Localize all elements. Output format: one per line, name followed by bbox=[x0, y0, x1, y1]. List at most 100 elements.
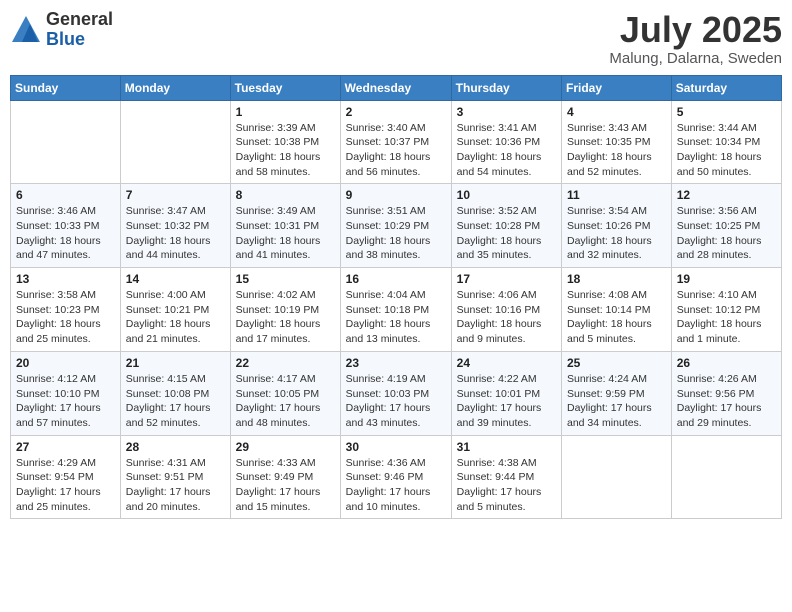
calendar-cell: 16 Sunrise: 4:04 AM Sunset: 10:18 PM Dayl… bbox=[340, 268, 451, 352]
calendar-cell: 1Sunrise: 3:39 AM Sunset: 10:38 PM Dayli… bbox=[230, 100, 340, 184]
calendar-cell: 21Sunrise: 4:15 AM Sunset: 10:08 PM Dayl… bbox=[120, 351, 230, 435]
day-info: Sunrise: 4:10 AM Sunset: 10:12 PM Daylig… bbox=[677, 288, 776, 347]
calendar-cell bbox=[671, 435, 781, 519]
calendar-week-row: 20 Sunrise: 4:12 AM Sunset: 10:10 PM Dayl… bbox=[11, 351, 782, 435]
day-info: Sunrise: 4:26 AM Sunset: 9:56 PM Dayligh… bbox=[677, 372, 776, 431]
day-info: Sunrise: 4:24 AM Sunset: 9:59 PM Dayligh… bbox=[567, 372, 666, 431]
day-info: Sunrise: 3:47 AM Sunset: 10:32 PM Daylig… bbox=[126, 204, 225, 263]
day-number: 10 bbox=[457, 188, 556, 202]
day-info: Sunrise: 3:43 AM Sunset: 10:35 PM Daylig… bbox=[567, 121, 666, 180]
day-info: Sunrise: 3:44 AM Sunset: 10:34 PM Daylig… bbox=[677, 121, 776, 180]
day-number: 21 bbox=[126, 356, 225, 370]
day-number: 9 bbox=[346, 188, 446, 202]
day-number: 19 bbox=[677, 272, 776, 286]
day-number: 30 bbox=[346, 440, 446, 454]
day-number: 22 bbox=[236, 356, 335, 370]
day-number: 31 bbox=[457, 440, 556, 454]
day-info: Sunrise: 4:29 AM Sunset: 9:54 PM Dayligh… bbox=[16, 456, 115, 515]
calendar-cell: 8Sunrise: 3:49 AM Sunset: 10:31 PM Dayli… bbox=[230, 184, 340, 268]
day-info: Sunrise: 3:56 AM Sunset: 10:25 PM Daylig… bbox=[677, 204, 776, 263]
day-number: 15 bbox=[236, 272, 335, 286]
page-header: General Blue July 2025 Malung, Dalarna, … bbox=[10, 10, 782, 67]
day-number: 23 bbox=[346, 356, 446, 370]
calendar-cell: 14 Sunrise: 4:00 AM Sunset: 10:21 PM Dayl… bbox=[120, 268, 230, 352]
calendar-cell: 23 Sunrise: 4:19 AM Sunset: 10:03 PM Dayl… bbox=[340, 351, 451, 435]
month-year-title: July 2025 bbox=[609, 10, 782, 50]
calendar-cell: 31Sunrise: 4:38 AM Sunset: 9:44 PM Dayli… bbox=[451, 435, 561, 519]
calendar-header-saturday: Saturday bbox=[671, 75, 781, 100]
calendar-header-sunday: Sunday bbox=[11, 75, 121, 100]
day-number: 29 bbox=[236, 440, 335, 454]
day-info: Sunrise: 4:08 AM Sunset: 10:14 PM Daylig… bbox=[567, 288, 666, 347]
day-info: Sunrise: 4:33 AM Sunset: 9:49 PM Dayligh… bbox=[236, 456, 335, 515]
day-number: 20 bbox=[16, 356, 115, 370]
calendar-cell bbox=[11, 100, 121, 184]
day-info: Sunrise: 3:40 AM Sunset: 10:37 PM Daylig… bbox=[346, 121, 446, 180]
calendar-cell: 22 Sunrise: 4:17 AM Sunset: 10:05 PM Dayl… bbox=[230, 351, 340, 435]
calendar-cell bbox=[562, 435, 672, 519]
calendar-cell: 30 Sunrise: 4:36 AM Sunset: 9:46 PM Dayli… bbox=[340, 435, 451, 519]
calendar-cell: 3 Sunrise: 3:41 AM Sunset: 10:36 PM Dayli… bbox=[451, 100, 561, 184]
calendar-cell: 18 Sunrise: 4:08 AM Sunset: 10:14 PM Dayl… bbox=[562, 268, 672, 352]
day-info: Sunrise: 4:12 AM Sunset: 10:10 PM Daylig… bbox=[16, 372, 115, 431]
calendar-week-row: 13 Sunrise: 3:58 AM Sunset: 10:23 PM Dayl… bbox=[11, 268, 782, 352]
day-info: Sunrise: 3:58 AM Sunset: 10:23 PM Daylig… bbox=[16, 288, 115, 347]
calendar-week-row: 6Sunrise: 3:46 AM Sunset: 10:33 PM Dayli… bbox=[11, 184, 782, 268]
day-info: Sunrise: 4:04 AM Sunset: 10:18 PM Daylig… bbox=[346, 288, 446, 347]
day-number: 13 bbox=[16, 272, 115, 286]
location-subtitle: Malung, Dalarna, Sweden bbox=[609, 50, 782, 67]
calendar-cell: 25 Sunrise: 4:24 AM Sunset: 9:59 PM Dayli… bbox=[562, 351, 672, 435]
day-info: Sunrise: 3:41 AM Sunset: 10:36 PM Daylig… bbox=[457, 121, 556, 180]
title-block: July 2025 Malung, Dalarna, Sweden bbox=[609, 10, 782, 67]
calendar-header-monday: Monday bbox=[120, 75, 230, 100]
day-number: 25 bbox=[567, 356, 666, 370]
calendar-cell: 19 Sunrise: 4:10 AM Sunset: 10:12 PM Dayl… bbox=[671, 268, 781, 352]
calendar-cell: 29 Sunrise: 4:33 AM Sunset: 9:49 PM Dayli… bbox=[230, 435, 340, 519]
day-info: Sunrise: 3:51 AM Sunset: 10:29 PM Daylig… bbox=[346, 204, 446, 263]
logo-general: General bbox=[46, 10, 113, 30]
day-number: 24 bbox=[457, 356, 556, 370]
day-info: Sunrise: 4:36 AM Sunset: 9:46 PM Dayligh… bbox=[346, 456, 446, 515]
calendar-week-row: 27 Sunrise: 4:29 AM Sunset: 9:54 PM Dayli… bbox=[11, 435, 782, 519]
calendar-cell bbox=[120, 100, 230, 184]
calendar-header-row: SundayMondayTuesdayWednesdayThursdayFrid… bbox=[11, 75, 782, 100]
calendar-cell: 20 Sunrise: 4:12 AM Sunset: 10:10 PM Dayl… bbox=[11, 351, 121, 435]
day-number: 12 bbox=[677, 188, 776, 202]
day-number: 4 bbox=[567, 105, 666, 119]
calendar-cell: 17 Sunrise: 4:06 AM Sunset: 10:16 PM Dayl… bbox=[451, 268, 561, 352]
calendar-header-wednesday: Wednesday bbox=[340, 75, 451, 100]
calendar-week-row: 1Sunrise: 3:39 AM Sunset: 10:38 PM Dayli… bbox=[11, 100, 782, 184]
day-number: 2 bbox=[346, 105, 446, 119]
logo-text: General Blue bbox=[46, 10, 113, 50]
day-number: 18 bbox=[567, 272, 666, 286]
calendar-cell: 24 Sunrise: 4:22 AM Sunset: 10:01 PM Dayl… bbox=[451, 351, 561, 435]
day-info: Sunrise: 4:17 AM Sunset: 10:05 PM Daylig… bbox=[236, 372, 335, 431]
day-number: 3 bbox=[457, 105, 556, 119]
day-info: Sunrise: 3:49 AM Sunset: 10:31 PM Daylig… bbox=[236, 204, 335, 263]
calendar-cell: 6Sunrise: 3:46 AM Sunset: 10:33 PM Dayli… bbox=[11, 184, 121, 268]
day-info: Sunrise: 3:39 AM Sunset: 10:38 PM Daylig… bbox=[236, 121, 335, 180]
calendar-header-tuesday: Tuesday bbox=[230, 75, 340, 100]
day-number: 7 bbox=[126, 188, 225, 202]
day-info: Sunrise: 4:22 AM Sunset: 10:01 PM Daylig… bbox=[457, 372, 556, 431]
day-number: 11 bbox=[567, 188, 666, 202]
calendar-cell: 7 Sunrise: 3:47 AM Sunset: 10:32 PM Dayli… bbox=[120, 184, 230, 268]
day-number: 16 bbox=[346, 272, 446, 286]
day-info: Sunrise: 4:19 AM Sunset: 10:03 PM Daylig… bbox=[346, 372, 446, 431]
day-info: Sunrise: 4:00 AM Sunset: 10:21 PM Daylig… bbox=[126, 288, 225, 347]
calendar-cell: 28Sunrise: 4:31 AM Sunset: 9:51 PM Dayli… bbox=[120, 435, 230, 519]
calendar-cell: 26 Sunrise: 4:26 AM Sunset: 9:56 PM Dayli… bbox=[671, 351, 781, 435]
logo: General Blue bbox=[10, 10, 113, 50]
day-number: 28 bbox=[126, 440, 225, 454]
day-number: 14 bbox=[126, 272, 225, 286]
logo-icon bbox=[10, 14, 42, 46]
calendar-header-friday: Friday bbox=[562, 75, 672, 100]
day-number: 17 bbox=[457, 272, 556, 286]
day-number: 26 bbox=[677, 356, 776, 370]
day-number: 27 bbox=[16, 440, 115, 454]
logo-blue: Blue bbox=[46, 30, 113, 50]
calendar-cell: 4 Sunrise: 3:43 AM Sunset: 10:35 PM Dayli… bbox=[562, 100, 672, 184]
day-info: Sunrise: 4:06 AM Sunset: 10:16 PM Daylig… bbox=[457, 288, 556, 347]
calendar-cell: 9 Sunrise: 3:51 AM Sunset: 10:29 PM Dayli… bbox=[340, 184, 451, 268]
calendar-cell: 5Sunrise: 3:44 AM Sunset: 10:34 PM Dayli… bbox=[671, 100, 781, 184]
